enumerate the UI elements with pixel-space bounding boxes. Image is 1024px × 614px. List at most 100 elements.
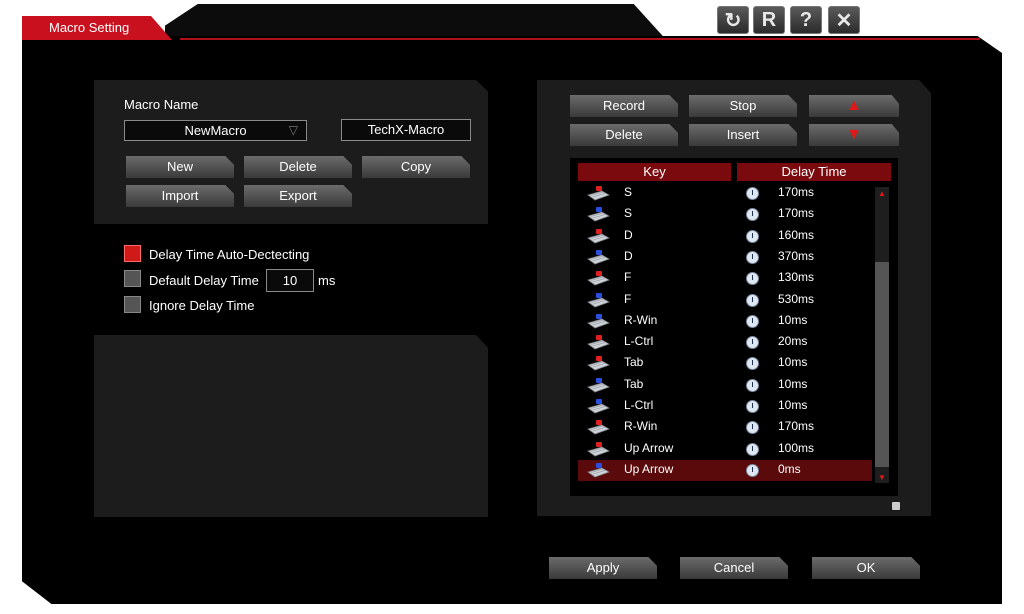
table-row[interactable]: D 160ms [578, 226, 872, 247]
row-delay: 130ms [778, 270, 815, 285]
row-key: S [624, 206, 633, 221]
row-delay: 100ms [778, 440, 815, 455]
chevron-down-icon: ▽ [288, 123, 298, 137]
new-macro-button[interactable]: New [126, 156, 234, 178]
window-title-tab: Macro Setting [22, 16, 172, 40]
export-button[interactable]: Export [244, 185, 352, 207]
clock-icon [746, 208, 759, 222]
table-row[interactable]: R-Win 170ms [578, 417, 872, 438]
import-button[interactable]: Import [126, 185, 234, 207]
clock-icon [746, 187, 759, 200]
clock-icon [746, 378, 759, 392]
refresh-icon: ↻ [724, 9, 742, 32]
table-row[interactable]: F 530ms [578, 290, 872, 311]
row-key: R-Win [624, 419, 658, 434]
delete-macro-button[interactable]: Delete [244, 156, 352, 178]
table-row[interactable]: S 170ms [578, 204, 872, 225]
profile-name-field[interactable]: TechX-Macro [341, 119, 471, 141]
key-release-icon [586, 206, 610, 222]
row-key: Up Arrow [624, 461, 674, 476]
triangle-down-icon: ▼ [846, 126, 862, 143]
stop-button[interactable]: Stop [689, 95, 797, 117]
delete-event-button[interactable]: Delete [570, 124, 678, 146]
help-button[interactable]: ? [790, 6, 822, 34]
move-up-button[interactable]: ▲ [809, 95, 899, 117]
clock-icon [746, 442, 759, 456]
table-row[interactable]: L-Ctrl 10ms [578, 396, 872, 417]
list-scrollbar[interactable]: ▲ ▼ [875, 187, 889, 483]
row-key: S [624, 185, 633, 199]
key-release-icon [586, 462, 610, 478]
row-delay: 170ms [778, 206, 815, 221]
apply-button[interactable]: Apply [549, 557, 657, 579]
row-delay: 10ms [778, 312, 808, 327]
close-icon: ✕ [835, 9, 853, 32]
row-key: L-Ctrl [624, 334, 654, 349]
table-row[interactable]: Tab 10ms [578, 375, 872, 396]
lock-icon [892, 502, 900, 510]
key-release-icon [586, 313, 610, 329]
table-row[interactable]: Up Arrow 100ms [578, 439, 872, 460]
table-row[interactable]: F 130ms [578, 268, 872, 289]
default-delay-input[interactable]: 10 [266, 269, 314, 292]
row-key: F [624, 291, 632, 306]
default-delay-unit: ms [318, 273, 336, 288]
scroll-up-icon[interactable]: ▲ [877, 189, 887, 198]
macro-preview-panel [94, 335, 488, 517]
key-press-icon [586, 419, 610, 435]
help-icon: ? [799, 8, 813, 31]
table-row[interactable]: S 170ms [578, 183, 872, 204]
row-key: Up Arrow [624, 440, 674, 455]
key-press-icon [586, 270, 610, 286]
table-row[interactable]: Tab 10ms [578, 353, 872, 374]
table-row[interactable]: R-Win 10ms [578, 311, 872, 332]
reset-button[interactable]: R [753, 6, 785, 34]
top-decor-strip [165, 4, 667, 40]
reset-icon: R [761, 8, 777, 31]
clock-icon [746, 400, 759, 413]
scroll-thumb[interactable] [875, 262, 889, 467]
ignore-delay-checkbox[interactable] [124, 296, 141, 313]
cancel-button[interactable]: Cancel [680, 557, 788, 579]
close-button[interactable]: ✕ [828, 6, 860, 34]
clock-icon [746, 293, 759, 307]
key-press-icon [586, 355, 610, 371]
triangle-up-icon: ▲ [846, 97, 862, 114]
clock-icon [746, 336, 759, 350]
row-delay: 170ms [778, 419, 815, 434]
row-key: R-Win [624, 312, 658, 327]
record-button[interactable]: Record [570, 95, 678, 117]
clock-icon [746, 463, 759, 477]
table-row[interactable]: D 370ms [578, 247, 872, 268]
key-release-icon [586, 249, 610, 265]
delay-auto-label: Delay Time Auto-Dectecting [149, 247, 310, 262]
clock-icon [746, 229, 759, 243]
app-window: Macro Setting ↻ R ? ✕ Macro Name NewMacr… [0, 0, 1024, 614]
scroll-down-icon[interactable]: ▼ [877, 473, 887, 482]
clock-icon [746, 314, 759, 328]
default-delay-checkbox[interactable] [124, 270, 141, 287]
row-key: Tab [624, 355, 644, 370]
insert-event-button[interactable]: Insert [689, 124, 797, 146]
key-press-icon [586, 441, 610, 457]
refresh-button[interactable]: ↻ [717, 6, 749, 34]
row-key: D [624, 227, 633, 242]
key-release-icon [586, 398, 610, 414]
default-delay-label: Default Delay Time [149, 273, 259, 288]
delay-auto-checkbox[interactable] [124, 245, 141, 262]
macro-name-value: NewMacro [184, 123, 247, 138]
clock-icon [746, 250, 759, 264]
key-release-icon [586, 292, 610, 308]
table-row[interactable]: L-Ctrl 20ms [578, 332, 872, 353]
macro-name-select[interactable]: NewMacro ▽ [124, 120, 307, 141]
ok-button[interactable]: OK [812, 557, 920, 579]
macro-name-label: Macro Name [124, 97, 199, 112]
row-delay: 20ms [778, 334, 808, 349]
title-accent-line [180, 38, 980, 40]
row-delay: 160ms [778, 227, 815, 242]
row-key: D [624, 248, 633, 263]
move-down-button[interactable]: ▼ [809, 124, 899, 146]
ignore-delay-label: Ignore Delay Time [149, 298, 255, 313]
copy-macro-button[interactable]: Copy [362, 156, 470, 178]
table-row[interactable]: Up Arrow 0ms [578, 459, 872, 481]
